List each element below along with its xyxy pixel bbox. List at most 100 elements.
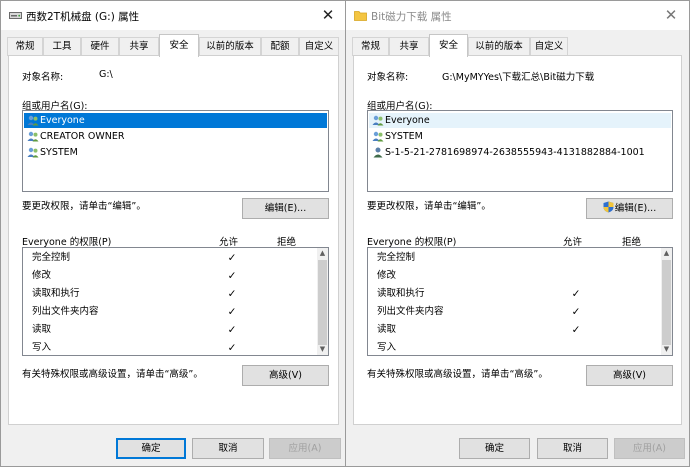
object-name-label: 对象名称: [22,72,64,83]
permissions-list[interactable]: 完全控制 修改 读取和执行 ✓ 列出文件夹内容 ✓ 读取 ✓ 写入 ▲ ▼ [367,247,673,356]
permission-row: 完全控制 ✓ [23,249,317,267]
advanced-hint: 有关特殊权限或高级设置，请单击“高级”。 [22,369,203,380]
advanced-button[interactable]: 高级(V) [586,365,673,386]
permission-name: 修改 [377,270,397,281]
group-name: SYSTEM [40,147,78,158]
ok-button[interactable]: 确定 [116,438,186,459]
cancel-button[interactable]: 取消 [192,438,264,459]
scroll-up-arrow-icon[interactable]: ▲ [661,248,672,259]
allow-check: ✓ [227,342,237,354]
apply-button-label: 应用(A) [288,443,322,454]
permission-row: 读取 ✓ [368,321,661,339]
edit-hint: 要更改权限，请单击“编辑”。 [22,201,146,212]
apply-button[interactable]: 应用(A) [269,438,341,459]
tab-previous-versions[interactable]: 以前的版本 [199,37,261,56]
title-bar[interactable]: Bit磁力下载 属性 ✕ [346,1,689,30]
permission-name: 完全控制 [377,252,416,263]
edit-button[interactable]: 编辑(E)... [242,198,329,219]
allow-check: ✓ [227,324,237,336]
group-name: SYSTEM [385,131,423,142]
groups-listbox[interactable]: Everyone SYSTEM S-1-5-21-2781698974-2638… [367,110,673,192]
permissions-scrollbar[interactable]: ▲ ▼ [317,248,328,355]
ok-button[interactable]: 确定 [459,438,530,459]
tab-sharing[interactable]: 共享 [389,37,429,56]
tab-quota[interactable]: 配额 [261,37,299,56]
apply-button[interactable]: 应用(A) [614,438,685,459]
title-bar[interactable]: 西数2T机械盘 (G:) 属性 ✕ [1,1,346,30]
folder-properties-dialog: Bit磁力下载 属性 ✕ 常规 共享 安全 以前的版本 自定义 对象名称: G:… [345,0,690,467]
tab-sharing[interactable]: 共享 [119,37,159,56]
ok-button-label: 确定 [484,443,504,454]
close-button[interactable]: ✕ [318,5,338,25]
scroll-down-arrow-icon[interactable]: ▼ [661,344,672,355]
scrollbar-thumb[interactable] [662,260,671,345]
permissions-scrollbar[interactable]: ▲ ▼ [661,248,672,355]
permission-name: 列出文件夹内容 [377,306,444,317]
object-name-value: G:\MyMYYes\下载汇总\Bit磁力下载 [442,72,595,83]
group-item-everyone[interactable]: Everyone [24,113,327,128]
folder-icon [354,11,367,21]
group-name: S-1-5-21-2781698974-2638555943-413188288… [385,147,645,158]
permission-name: 完全控制 [32,252,71,263]
tab-previous-versions[interactable]: 以前的版本 [468,37,530,56]
group-item-sid[interactable]: S-1-5-21-2781698974-2638555943-413188288… [369,145,671,160]
apply-button-label: 应用(A) [633,443,666,454]
tab-hardware[interactable]: 硬件 [81,37,119,56]
permission-name: 写入 [32,342,52,353]
tab-general[interactable]: 常规 [352,37,389,56]
allow-check: ✓ [571,306,581,318]
group-name: Everyone [40,115,85,126]
permission-name: 修改 [32,270,52,281]
group-name: Everyone [385,115,430,126]
edit-button[interactable]: 编辑(E)... [586,198,673,219]
users-group-icon [27,115,39,126]
permission-row: 写入 [368,339,661,355]
permission-name: 读取和执行 [377,288,425,299]
permission-row: 读取和执行 ✓ [23,285,317,303]
scrollbar-thumb[interactable] [318,260,327,345]
security-tab-page: 对象名称: G:\MyMYYes\下载汇总\Bit磁力下载 组或用户名(G): … [353,55,682,425]
allow-column-header: 允许 [563,237,583,248]
allow-check: ✓ [227,306,237,318]
cancel-button[interactable]: 取消 [537,438,608,459]
tab-tools[interactable]: 工具 [43,37,81,56]
permissions-list[interactable]: 完全控制 ✓ 修改 ✓ 读取和执行 ✓ 列出文件夹内容 ✓ 读取 ✓ 写入 ✓ ▲ ▼ [22,247,329,356]
tab-security[interactable]: 安全 [429,34,468,57]
group-item-everyone[interactable]: Everyone [369,113,671,128]
advanced-button[interactable]: 高级(V) [242,365,329,386]
permission-name: 读取 [32,324,52,335]
tab-customize[interactable]: 自定义 [299,37,339,56]
users-group-icon [372,115,384,126]
edit-hint: 要更改权限，请单击“编辑”。 [367,201,491,212]
deny-column-header: 拒绝 [277,237,297,248]
allow-check: ✓ [571,324,581,336]
cancel-button-label: 取消 [218,443,238,454]
scroll-down-arrow-icon[interactable]: ▼ [317,344,328,355]
scroll-up-arrow-icon[interactable]: ▲ [317,248,328,259]
allow-check: ✓ [227,252,237,264]
permission-row: 列出文件夹内容 ✓ [368,303,661,321]
group-name: CREATOR OWNER [40,131,125,142]
allow-column-header: 允许 [219,237,239,248]
security-tab-page: 对象名称: G:\ 组或用户名(G): Everyone CREATOR OWN… [8,55,339,425]
tab-general[interactable]: 常规 [7,37,43,56]
drive-properties-dialog: 西数2T机械盘 (G:) 属性 ✕ 常规 工具 硬件 共享 安全 以前的版本 配… [0,0,347,467]
permissions-header: Everyone 的权限(P) [22,237,112,248]
group-item-system[interactable]: SYSTEM [369,129,671,144]
cancel-button-label: 取消 [562,443,582,454]
ok-button-label: 确定 [141,443,161,454]
tab-customize[interactable]: 自定义 [530,37,568,56]
group-item-creator-owner[interactable]: CREATOR OWNER [24,129,327,144]
hard-drive-icon [9,12,22,19]
permission-name: 读取和执行 [32,288,80,299]
permission-row: 完全控制 [368,249,661,267]
group-item-system[interactable]: SYSTEM [24,145,327,160]
close-button[interactable]: ✕ [661,5,681,25]
advanced-button-label: 高级(V) [269,370,302,381]
groups-listbox[interactable]: Everyone CREATOR OWNER SYSTEM [22,110,329,192]
advanced-hint: 有关特殊权限或高级设置，请单击“高级”。 [367,369,548,380]
edit-button-label: 编辑(E)... [264,203,307,214]
users-group-icon [27,147,39,158]
unknown-user-icon [373,147,383,158]
tab-security[interactable]: 安全 [159,34,199,57]
